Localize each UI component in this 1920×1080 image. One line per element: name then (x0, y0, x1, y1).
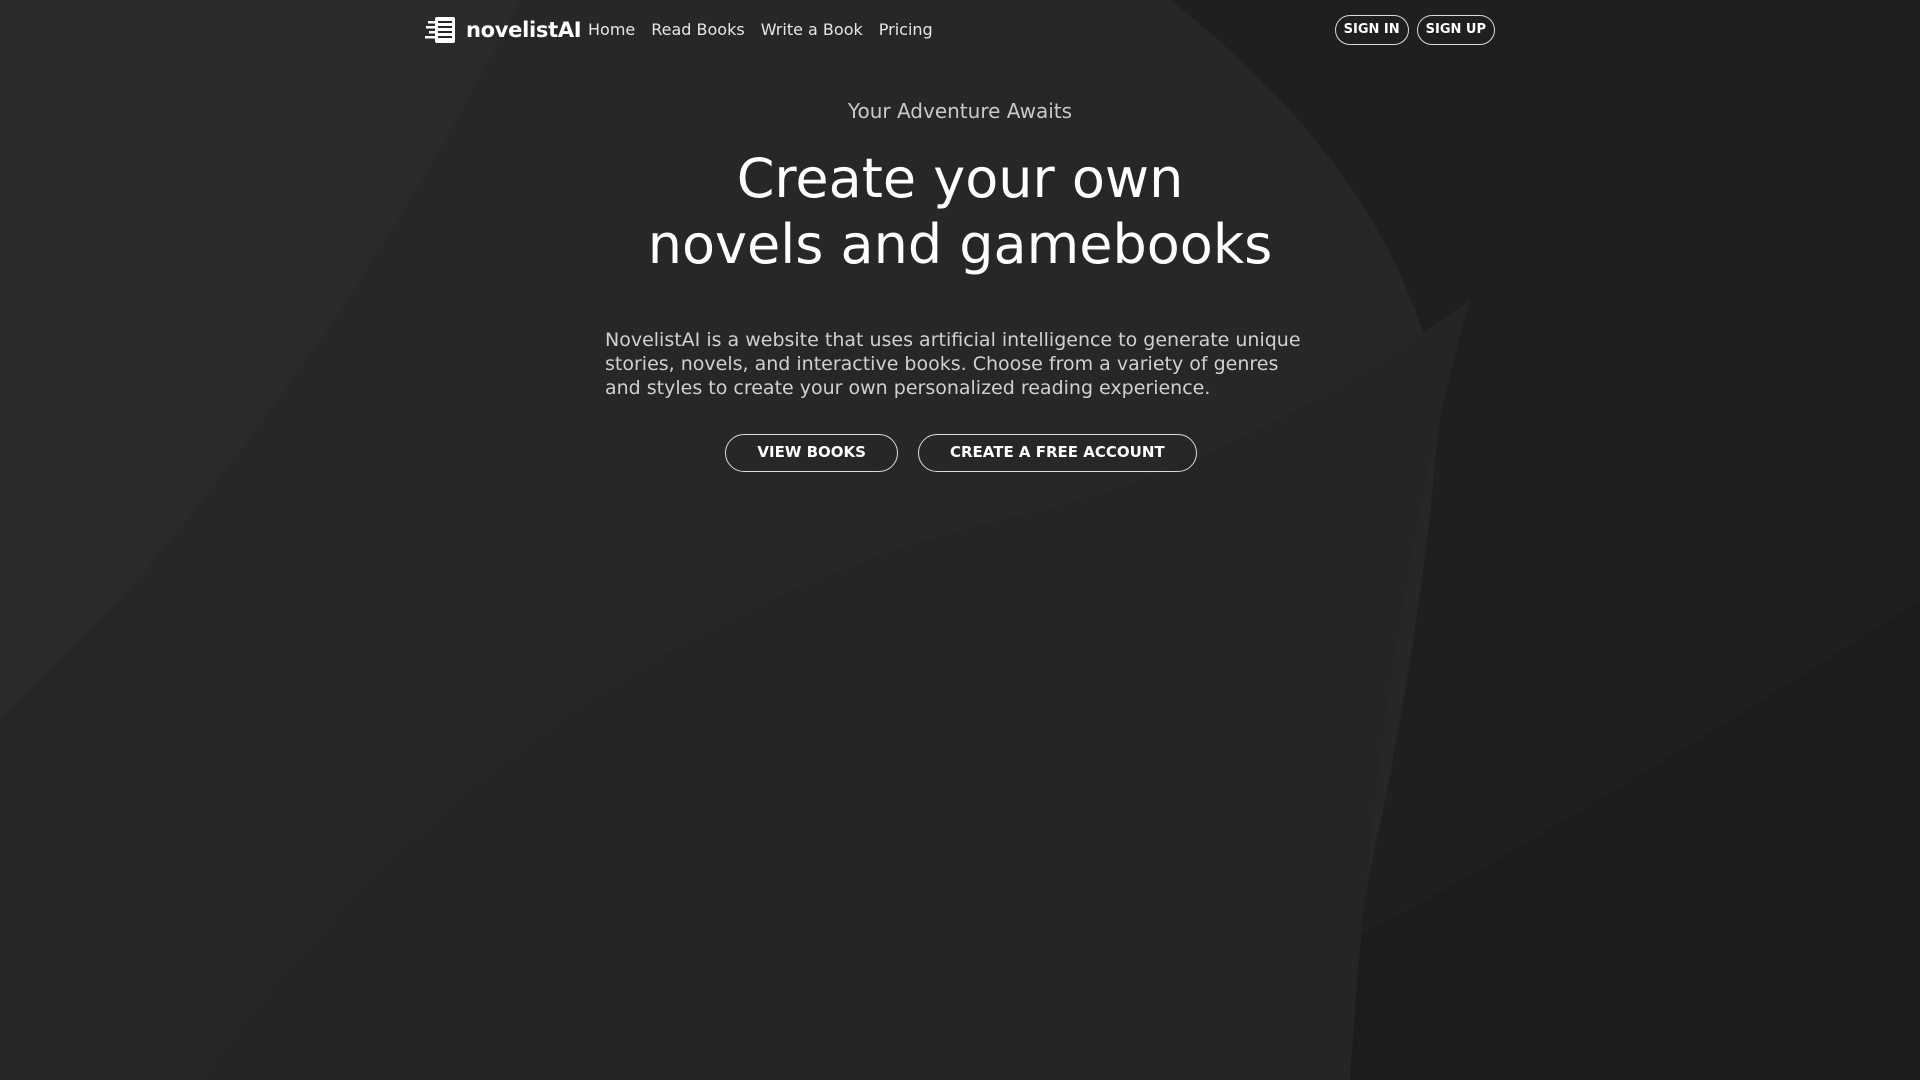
hero-cta-row: VIEW BOOKS CREATE A FREE ACCOUNT (0, 434, 1920, 472)
top-navigation: novelistAI Home Read Books Write a Book … (0, 0, 1920, 62)
brand-name: novelistAI (466, 18, 582, 42)
hero-tagline: Your Adventure Awaits (847, 99, 1073, 123)
nav-link-read-books[interactable]: Read Books (651, 18, 744, 42)
hero-description: NovelistAI is a website that uses artifi… (605, 329, 1301, 399)
view-books-button[interactable]: VIEW BOOKS (725, 434, 898, 472)
book-pages-icon (425, 17, 455, 43)
hero-headline: Create your own novels and gamebooks (0, 146, 1920, 278)
create-free-account-button[interactable]: CREATE A FREE ACCOUNT (917, 434, 1197, 472)
nav-actions: SIGN IN SIGN UP (1334, 15, 1495, 45)
nav-link-home[interactable]: Home (588, 18, 635, 42)
hero-headline-line-2: novels and gamebooks (647, 213, 1273, 276)
nav-link-pricing[interactable]: Pricing (879, 18, 933, 42)
hero-headline-line-1: Create your own (736, 147, 1184, 210)
sign-up-button[interactable]: SIGN UP (1416, 15, 1495, 45)
landing-page: novelistAI Home Read Books Write a Book … (0, 0, 1920, 1080)
sign-in-button[interactable]: SIGN IN (1334, 15, 1409, 45)
nav-links: Home Read Books Write a Book Pricing (588, 18, 933, 42)
logo-link[interactable]: novelistAI (424, 14, 582, 46)
nav-link-write-a-book[interactable]: Write a Book (761, 18, 863, 42)
